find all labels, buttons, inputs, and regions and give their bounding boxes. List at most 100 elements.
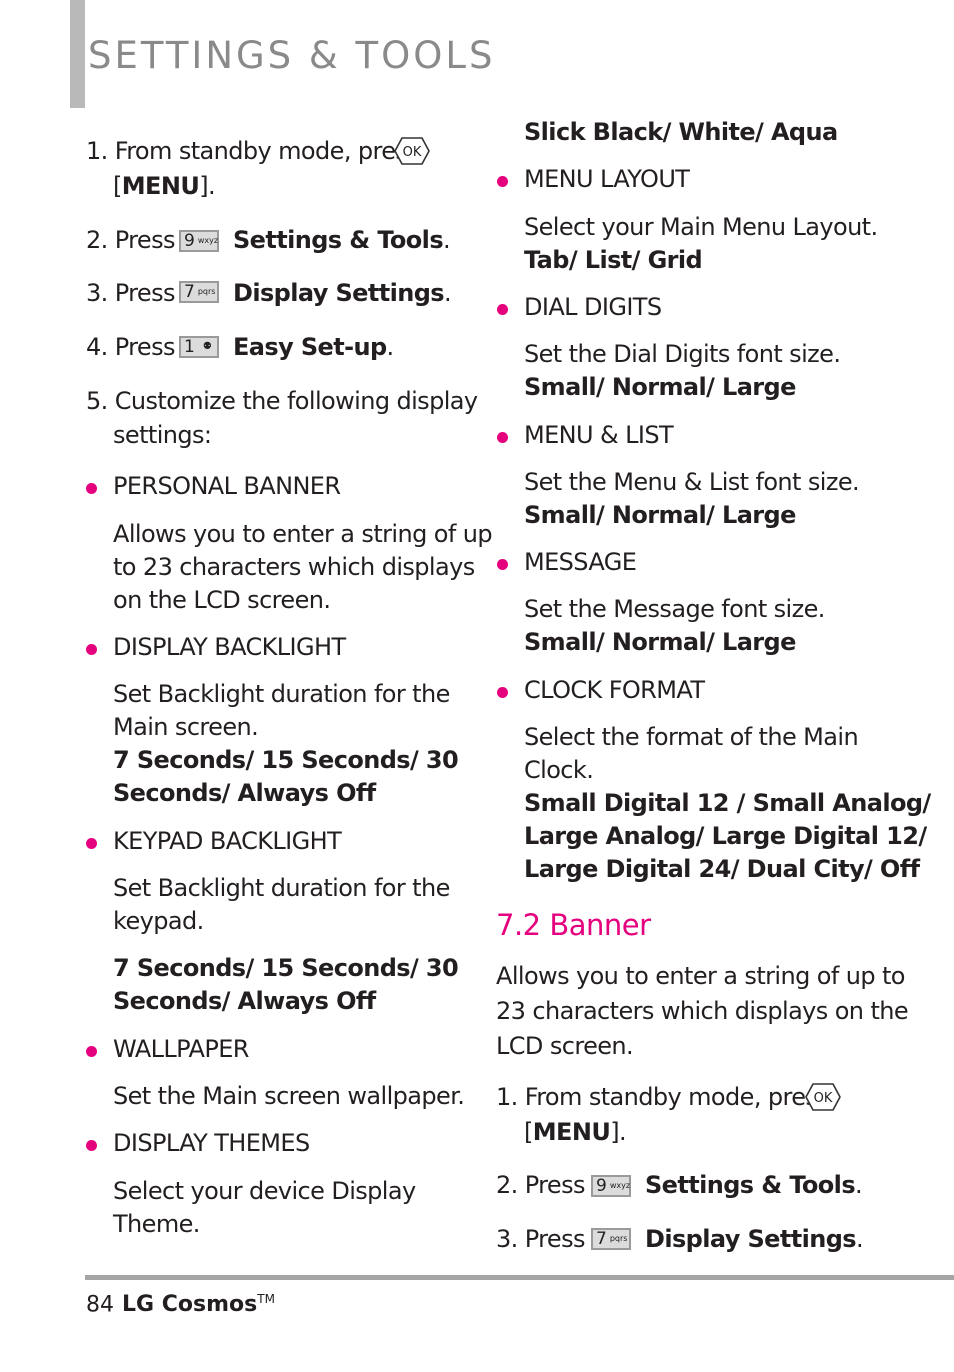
item-title-display-themes: DISPLAY THEMES: [113, 1129, 310, 1157]
ok-key-icon: OK: [394, 137, 430, 165]
item-desc: Clock.: [524, 756, 594, 784]
bullet-icon: [86, 644, 97, 655]
section-intro: 23 characters which displays on the: [496, 997, 909, 1025]
step-2-action: Settings & Tools.: [233, 226, 451, 254]
key-digit: 9: [596, 1175, 607, 1196]
item-title-wallpaper: WALLPAPER: [113, 1035, 249, 1063]
item-desc: Allows you to enter a string of up: [113, 520, 493, 548]
footer: 84 LG CosmosTM: [86, 1292, 275, 1317]
bullet-icon: [497, 687, 508, 698]
bullet-icon: [86, 483, 97, 494]
item-options: Small Digital 12 / Small Analog/: [524, 789, 931, 817]
item-desc: Set the Main screen wallpaper.: [113, 1082, 465, 1110]
step-number: 4.: [86, 333, 108, 361]
item-options: Large Analog/ Large Digital 12/: [524, 822, 927, 850]
item-desc: keypad.: [113, 907, 204, 935]
item-desc: Select your device Display: [113, 1177, 416, 1205]
header-accent-bar: [70, 0, 85, 108]
item-options: Small/ Normal/ Large: [524, 628, 796, 656]
key-1-voicemail-icon: 1 ⚉: [179, 336, 219, 358]
page-title: SETTINGS & TOOLS: [88, 34, 496, 77]
item-title-dial-digits: DIAL DIGITS: [524, 293, 662, 321]
item-title-display-backlight: DISPLAY BACKLIGHT: [113, 633, 346, 661]
key-9-icon: 9 wxyz: [179, 230, 219, 252]
bullet-icon: [497, 559, 508, 570]
item-options: Small/ Normal/ Large: [524, 373, 796, 401]
step-number: 2.: [86, 226, 108, 254]
action-text: Settings & Tools: [645, 1171, 856, 1199]
step-text: Press: [524, 1171, 586, 1199]
step-number: 5.: [86, 387, 108, 415]
step-4-action: Easy Set-up.: [233, 333, 394, 361]
key-7-icon: 7 pqrs: [179, 281, 219, 303]
section-step-3-action: Display Settings.: [645, 1225, 864, 1253]
step-text: From standby mode, press: [524, 1083, 830, 1111]
step-number: 1.: [496, 1083, 518, 1111]
step-number: 1.: [86, 137, 108, 165]
step-5-line2: settings:: [113, 421, 212, 449]
item-options: 7 Seconds/ 15 Seconds/ 30: [113, 954, 459, 982]
step-text: Press: [114, 279, 176, 307]
item-options: Large Digital 24/ Dual City/ Off: [524, 855, 920, 883]
section-step-2: 2. Press: [496, 1169, 586, 1202]
item-title-clock-format: CLOCK FORMAT: [524, 676, 705, 704]
item-options: Seconds/ Always Off: [113, 779, 376, 807]
bullet-icon: [86, 838, 97, 849]
item-desc: Theme.: [113, 1210, 200, 1238]
section-step-2-action: Settings & Tools.: [645, 1171, 863, 1199]
section-step-1: 1. From standby mode, press: [496, 1081, 830, 1114]
section-intro: Allows you to enter a string of up to: [496, 962, 905, 990]
item-options: 7 Seconds/ 15 Seconds/ 30: [113, 746, 459, 774]
item-options: Seconds/ Always Off: [113, 987, 376, 1015]
item-desc: Set Backlight duration for the: [113, 874, 450, 902]
step-text: Press: [524, 1225, 586, 1253]
item-desc: Set the Dial Digits font size.: [524, 340, 841, 368]
step-text: From standby mode, press: [114, 137, 420, 165]
key-letters: wxyz: [197, 236, 219, 245]
voicemail-glyph-icon: ⚉: [202, 341, 212, 352]
section-step-1-menu: [MENU].: [524, 1118, 627, 1146]
step-3-action: Display Settings.: [233, 279, 452, 307]
page-number: 84: [86, 1292, 114, 1318]
step-1-menu: [MENU].: [113, 172, 216, 200]
step-number: 2.: [496, 1171, 518, 1199]
key-9-icon: 9 wxyz: [591, 1175, 631, 1197]
step-text: Press: [114, 333, 176, 361]
action-text: Display Settings: [645, 1225, 857, 1253]
item-title-menu-layout: MENU LAYOUT: [524, 165, 690, 193]
step-3: 3. Press: [86, 277, 176, 310]
section-step-3: 3. Press: [496, 1223, 586, 1256]
item-title-keypad-backlight: KEYPAD BACKLIGHT: [113, 827, 342, 855]
item-desc: on the LCD screen.: [113, 586, 331, 614]
bullet-icon: [86, 1046, 97, 1057]
action-text: Display Settings: [233, 279, 445, 307]
trademark: TM: [257, 1292, 275, 1306]
item-title-message: MESSAGE: [524, 548, 637, 576]
item-desc: to 23 characters which displays: [113, 553, 475, 581]
item-options: Small/ Normal/ Large: [524, 501, 796, 529]
item-desc: Set the Menu & List font size.: [524, 468, 860, 496]
footer-rule: [85, 1275, 954, 1280]
svg-text:OK: OK: [814, 1091, 833, 1106]
key-7-icon: 7 pqrs: [591, 1228, 631, 1250]
key-letters: pqrs: [609, 1234, 628, 1243]
step-number: 3.: [86, 279, 108, 307]
step-2: 2. Press: [86, 224, 176, 257]
item-desc: Set the Message font size.: [524, 595, 825, 623]
key-digit: 1: [184, 336, 195, 357]
step-1: 1. From standby mode, press: [86, 135, 420, 168]
item-options: Tab/ List/ Grid: [524, 246, 703, 274]
item-desc: Set Backlight duration for the: [113, 680, 450, 708]
key-digit: 7: [596, 1228, 607, 1249]
key-letters: wxyz: [609, 1181, 631, 1190]
item-desc: Select your Main Menu Layout.: [524, 213, 878, 241]
bullet-icon: [497, 176, 508, 187]
item-title-personal-banner: PERSONAL BANNER: [113, 472, 341, 500]
bullet-icon: [86, 1140, 97, 1151]
section-heading: 7.2 Banner: [496, 908, 651, 942]
action-text: Easy Set-up: [233, 333, 387, 361]
section-intro: LCD screen.: [496, 1032, 634, 1060]
action-text: Settings & Tools: [233, 226, 444, 254]
step-text: Customize the following display: [114, 387, 478, 415]
key-digit: 9: [184, 230, 195, 251]
